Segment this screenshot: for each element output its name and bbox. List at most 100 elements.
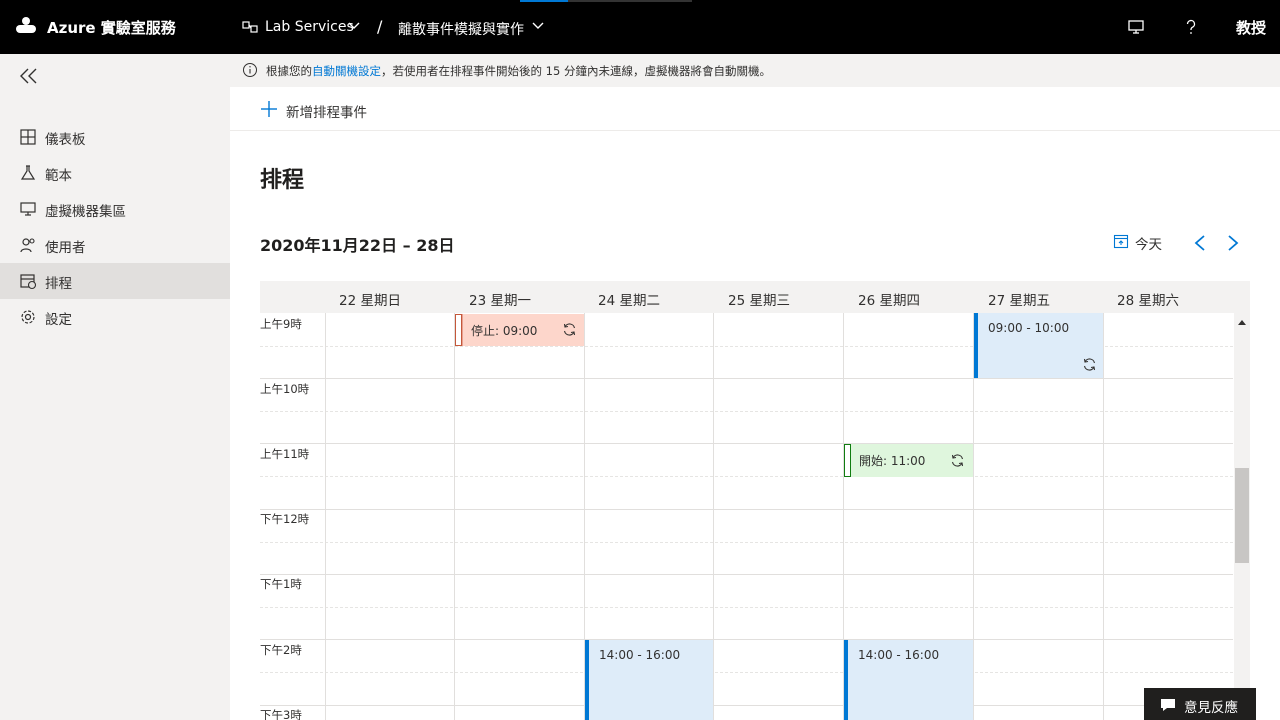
grid-line xyxy=(260,509,1233,510)
top-bar: Azure 實驗室服務 Lab Services / 離散事件模擬與實作 教授 xyxy=(0,0,1280,54)
recurring-icon xyxy=(951,454,964,467)
grid-line xyxy=(454,313,455,720)
today-label: 今天 xyxy=(1135,237,1162,253)
day-header: 27 星期五 xyxy=(988,293,1050,309)
sidebar-item-label: 設定 xyxy=(45,312,72,328)
grid-line xyxy=(260,476,1233,477)
event-label: 14:00 - 16:00 xyxy=(599,648,681,662)
grid-line xyxy=(713,313,714,720)
monitor-icon xyxy=(20,202,36,216)
sidebar-item-label: 使用者 xyxy=(45,240,86,256)
grid-line xyxy=(260,672,1233,673)
sidebar-item-dashboard[interactable]: 儀表板 xyxy=(0,119,230,155)
notice-prefix: 根據您的 xyxy=(266,64,312,78)
event-marker xyxy=(455,314,462,346)
users-icon xyxy=(20,238,35,253)
top-accent-track xyxy=(568,0,692,2)
sidebar-item-template[interactable]: 範本 xyxy=(0,155,230,191)
event-marker xyxy=(844,444,851,477)
calendar-today-icon xyxy=(1113,234,1129,249)
week-calendar: 22 星期日 23 星期一 24 星期二 25 星期三 26 星期四 27 星期… xyxy=(260,281,1250,720)
grid-line xyxy=(260,411,1233,412)
monitor-icon[interactable] xyxy=(1127,18,1145,36)
scroll-up-icon[interactable] xyxy=(1238,319,1246,325)
day-header: 28 星期六 xyxy=(1117,293,1179,309)
grid-line xyxy=(1103,313,1104,720)
grid-line xyxy=(260,378,1233,379)
grid-line xyxy=(260,443,1233,444)
lab-services-icon xyxy=(242,21,258,33)
user-menu[interactable]: 教授 xyxy=(1236,17,1266,38)
brand-title[interactable]: Azure 實驗室服務 xyxy=(47,17,176,38)
sidebar-item-label: 虛擬機器集區 xyxy=(45,204,126,220)
chevron-down-icon[interactable] xyxy=(348,22,360,30)
help-icon[interactable] xyxy=(1182,18,1200,36)
calendar-grid[interactable]: 上午9時 上午10時 上午11時 下午12時 下午1時 下午2時 下午3時 停止… xyxy=(260,313,1233,720)
day-header: 22 星期日 xyxy=(339,293,401,309)
time-label: 上午10時 xyxy=(260,381,312,397)
day-header: 23 星期一 xyxy=(469,293,531,309)
previous-week-icon[interactable] xyxy=(1192,234,1208,252)
schedule-icon xyxy=(20,274,37,290)
grid-line xyxy=(325,313,326,720)
grid-line xyxy=(260,607,1233,608)
info-icon xyxy=(243,63,257,77)
collapse-nav-icon[interactable] xyxy=(19,67,39,85)
event-label: 14:00 - 16:00 xyxy=(858,648,940,662)
day-header: 24 星期二 xyxy=(598,293,660,309)
sidebar-item-label: 排程 xyxy=(45,276,72,292)
sidebar-item-users[interactable]: 使用者 xyxy=(0,227,230,263)
sidebar-item-label: 範本 xyxy=(45,168,72,184)
flask-icon xyxy=(20,165,36,180)
time-label: 上午9時 xyxy=(260,316,304,332)
time-label: 下午1時 xyxy=(260,576,304,592)
breadcrumb-separator: / xyxy=(377,17,383,36)
grid-line xyxy=(260,705,1233,706)
time-label: 下午12時 xyxy=(260,511,312,527)
scrollbar-thumb[interactable] xyxy=(1235,468,1249,563)
time-label: 上午11時 xyxy=(260,446,312,462)
breadcrumb-lab-services[interactable]: Lab Services xyxy=(265,19,354,35)
page-title: 排程 xyxy=(260,168,305,193)
auto-shutdown-notice: 根據您的自動關機設定，若使用者在排程事件開始後的 15 分鐘內未連線，虛擬機器將… xyxy=(230,54,1280,87)
day-header: 25 星期三 xyxy=(728,293,790,309)
stop-event[interactable]: 停止: 09:00 xyxy=(455,314,584,346)
command-bar: 新增排程事件 xyxy=(230,87,1280,131)
dashboard-icon xyxy=(20,129,36,145)
time-label: 下午2時 xyxy=(260,642,304,658)
feedback-icon xyxy=(1161,699,1175,711)
sidebar-item-schedule[interactable]: 排程 xyxy=(0,263,230,299)
event-label: 停止: 09:00 xyxy=(471,324,538,338)
calendar-scrollbar[interactable] xyxy=(1234,313,1250,720)
class-event[interactable]: 14:00 - 16:00 xyxy=(585,640,713,720)
class-event[interactable]: 09:00 - 10:00 xyxy=(974,313,1103,378)
chevron-down-icon[interactable] xyxy=(532,22,544,30)
event-label: 09:00 - 10:00 xyxy=(988,321,1070,335)
sidebar-item-vm-pool[interactable]: 虛擬機器集區 xyxy=(0,191,230,227)
auto-shutdown-settings-link[interactable]: 自動關機設定 xyxy=(312,64,381,78)
notice-suffix: ，若使用者在排程事件開始後的 15 分鐘內未連線，虛擬機器將會自動關機。 xyxy=(381,64,771,78)
add-schedule-event-button[interactable]: 新增排程事件 xyxy=(286,101,367,121)
sidebar-item-settings[interactable]: 設定 xyxy=(0,299,230,335)
azure-lab-logo-icon[interactable] xyxy=(15,16,37,34)
grid-line xyxy=(260,574,1233,575)
date-range: 2020年11月22日 – 28日 xyxy=(260,236,455,255)
feedback-button[interactable]: 意見反應 xyxy=(1144,688,1256,720)
next-week-icon[interactable] xyxy=(1225,234,1241,252)
calendar-header: 22 星期日 23 星期一 24 星期二 25 星期三 26 星期四 27 星期… xyxy=(260,281,1250,313)
event-label: 開始: 11:00 xyxy=(859,454,926,468)
day-header: 26 星期四 xyxy=(858,293,920,309)
time-label: 下午3時 xyxy=(260,707,304,720)
add-icon[interactable] xyxy=(261,101,277,117)
recurring-icon xyxy=(563,323,576,336)
class-event[interactable]: 14:00 - 16:00 xyxy=(844,640,973,720)
sidebar-item-label: 儀表板 xyxy=(45,132,86,148)
grid-line xyxy=(260,639,1233,640)
recurring-icon xyxy=(1083,358,1096,371)
breadcrumb-lab-name[interactable]: 離散事件模擬與實作 xyxy=(398,19,524,39)
feedback-label: 意見反應 xyxy=(1184,700,1238,716)
gear-icon xyxy=(21,310,35,324)
top-accent xyxy=(520,0,568,2)
start-event[interactable]: 開始: 11:00 xyxy=(844,444,973,477)
grid-line xyxy=(260,542,1233,543)
